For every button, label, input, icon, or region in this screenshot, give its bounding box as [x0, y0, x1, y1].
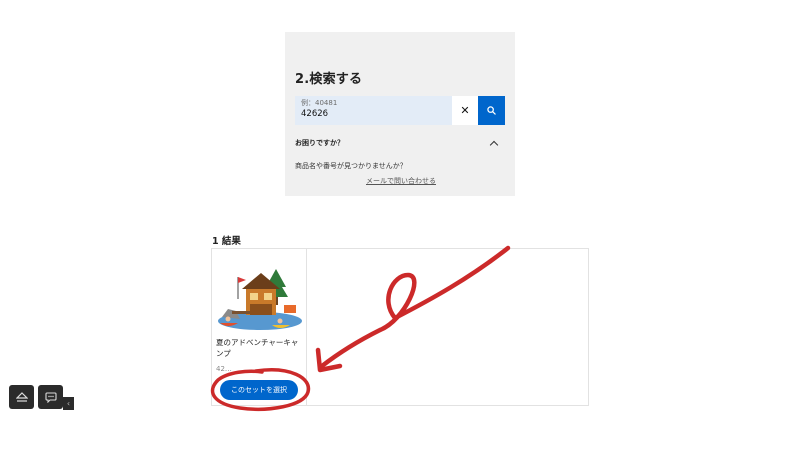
search-panel: 2.検索する 例：40481 42626 ✕ お困りですか？ 商品名や番号が見つ…: [285, 32, 515, 196]
help-title: お困りですか？: [295, 139, 344, 147]
search-button[interactable]: [478, 96, 505, 125]
results-list: 夏のアドベンチャーキャンプ 42… このセットを選択: [211, 248, 589, 406]
chat-button[interactable]: [38, 385, 63, 409]
accessibility-toggle-button[interactable]: [9, 385, 34, 409]
contact-email-link[interactable]: メールで問い合わせる: [366, 176, 436, 186]
product-image: [218, 269, 302, 330]
product-name: 夏のアドベンチャーキャンプ: [216, 338, 299, 358]
help-toggle[interactable]: お困りですか？: [295, 138, 505, 149]
chevron-left-icon: ‹: [66, 399, 71, 408]
help-question: 商品名や番号が見つかりませんか？: [295, 162, 407, 170]
chat-bubble-icon: [44, 391, 57, 403]
search-row: 例：40481 42626 ✕: [295, 96, 505, 125]
search-value: 42626: [301, 109, 329, 119]
clear-button[interactable]: ✕: [452, 96, 478, 125]
product-number: 42…: [216, 365, 232, 373]
collapse-widget-button[interactable]: ‹: [63, 397, 74, 410]
results-count: 1 結果: [212, 236, 241, 247]
select-set-button[interactable]: このセットを選択: [220, 380, 298, 400]
search-title: 2.検索する: [295, 72, 363, 87]
search-placeholder: 例：40481: [301, 99, 338, 107]
product-card[interactable]: 夏のアドベンチャーキャンプ 42… このセットを選択: [212, 249, 307, 405]
chevron-up-icon: [489, 140, 499, 149]
search-input[interactable]: 例：40481 42626: [295, 96, 452, 125]
close-icon: ✕: [460, 104, 470, 117]
search-icon: [487, 106, 496, 115]
eject-icon: [15, 391, 28, 402]
